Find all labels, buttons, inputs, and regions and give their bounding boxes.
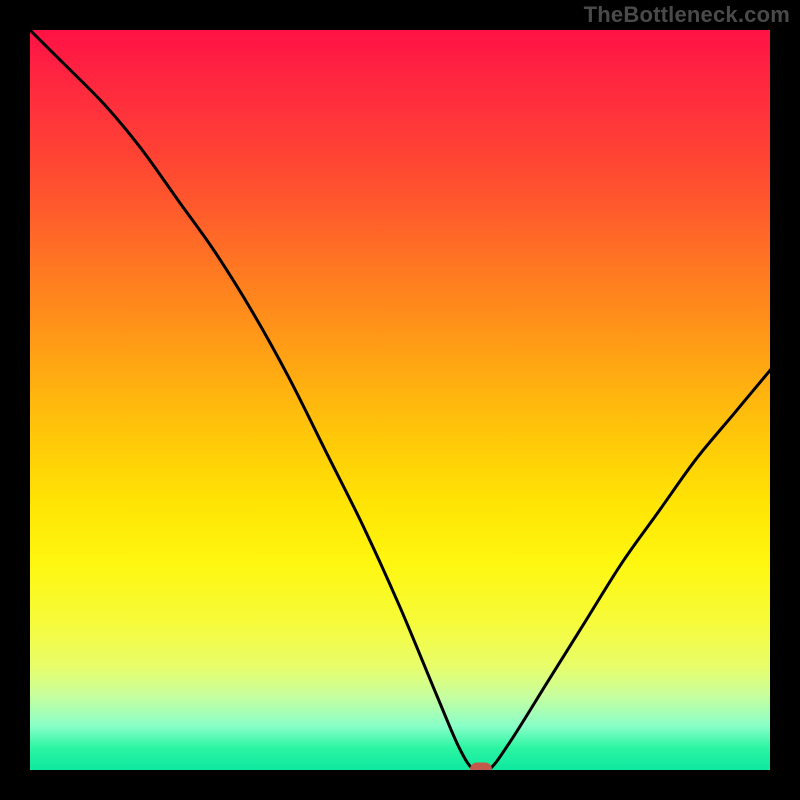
optimal-point-marker — [470, 763, 492, 771]
chart-frame: TheBottleneck.com — [0, 0, 800, 800]
curve-svg — [30, 30, 770, 770]
bottleneck-curve-path — [30, 30, 770, 770]
plot-area — [30, 30, 770, 770]
watermark-text: TheBottleneck.com — [584, 2, 790, 28]
